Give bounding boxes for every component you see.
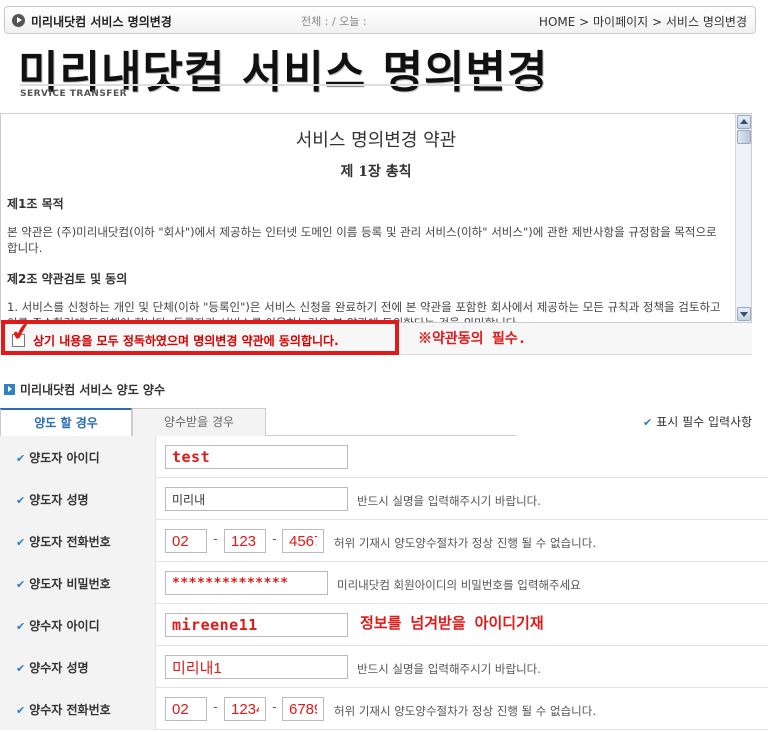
from-pw-label: 양도자 비밀번호 (29, 577, 111, 591)
required-legend-text: 표시 필수 입력사항 (656, 415, 753, 429)
form-row-to-id: ✔양수자 아이디 정보를 넘겨받을 아이디기재 (0, 604, 768, 646)
from-name-help: 반드시 실명을 입력해주시기 바랍니다. (357, 494, 541, 508)
field-label: ✔ 양수자 전화번호 (16, 701, 111, 718)
arrow-down-icon (740, 312, 748, 317)
form-row-to-name: ✔양수자 성명 반드시 실명을 입력해주시기 바랍니다. (0, 646, 768, 688)
form-row-to-phone: ✔양수자 전화번호 - - 허위 기재시 양도양수절차가 정상 진행 될 수 없… (0, 688, 768, 730)
terms-chapter: 제 1장 총칙 (340, 164, 412, 180)
from-name-label: 양도자 성명 (29, 493, 89, 507)
to-id-annotation: 정보를 넘겨받을 아이디기재 (360, 614, 544, 632)
phone-dash: - (272, 532, 277, 547)
check-icon: ✔ (16, 578, 26, 591)
to-name-input[interactable] (165, 655, 348, 679)
visitor-count: 전체 : / 오늘 : (301, 15, 367, 28)
field-label: ✔ 양도자 전화번호 (16, 533, 111, 550)
scroll-down-button[interactable] (737, 307, 751, 321)
field-label-cell: ✔ 양도자 비밀번호 (0, 562, 156, 604)
from-pw-help: 미리내닷컴 회원아이디의 비밀번호를 입력해주세요 (337, 578, 581, 592)
from-id-label: 양도자 아이디 (29, 451, 100, 465)
to-name-label: 양수자 성명 (29, 661, 89, 675)
from-phone-area-input[interactable] (165, 529, 207, 553)
top-bar: 미리내닷컴 서비스 명의변경 전체 : / 오늘 : HOME > 마이페이지 … (4, 6, 756, 34)
phone-dash: - (272, 700, 277, 715)
scroll-up-button[interactable] (737, 115, 751, 129)
play-bullet-icon (12, 14, 25, 27)
from-phone-mid-input[interactable] (224, 529, 266, 553)
terms-box[interactable]: 서비스 명의변경 약관 제 1장 총칙 제1조 목적 본 약관은 (주)미리내닷… (0, 113, 752, 323)
form-row-from-name: ✔양도자 성명 반드시 실명을 입력해주시기 바랍니다. (0, 478, 768, 520)
check-icon: ✔ (16, 452, 26, 465)
from-phone-last-input[interactable] (282, 529, 324, 553)
to-phone-last-input[interactable] (282, 697, 324, 721)
blue-bullet-icon (4, 384, 15, 395)
to-id-label: 양수자 아이디 (29, 619, 100, 633)
to-phone-area-input[interactable] (165, 697, 207, 721)
check-icon: ✔ (16, 620, 26, 633)
title-divider (20, 84, 540, 86)
check-icon: ✔ (16, 494, 26, 507)
form-row-from-id: ✔ 양도자 아이디 (0, 436, 768, 478)
field-label: ✔ 양도자 비밀번호 (16, 575, 111, 592)
red-checkmark-icon: ✔ (8, 316, 34, 348)
from-password-input[interactable] (165, 571, 328, 595)
check-icon: ✔ (16, 662, 26, 675)
required-note: ※약관동의 필수. (418, 331, 527, 347)
field-label-cell: ✔ 양도자 아이디 (0, 436, 156, 478)
check-icon: ✔ (16, 536, 26, 549)
to-phone-help: 허위 기재시 양도양수절차가 정상 진행 될 수 없습니다. (334, 704, 597, 718)
from-name-input[interactable] (165, 487, 348, 511)
field-label: ✔ 양도자 아이디 (16, 449, 100, 466)
field-label-cell: ✔ 양도자 전화번호 (0, 520, 156, 562)
field-label-cell: ✔ 양수자 성명 (0, 646, 156, 688)
breadcrumb[interactable]: HOME > 마이페이지 > 서비스 명의변경 (539, 13, 747, 30)
section-heading: 미리내닷컴 서비스 양도 양수 (4, 381, 165, 398)
agree-label[interactable]: 상기 내용을 모두 정독하였으며 명의변경 약관에 동의합니다. (33, 332, 339, 349)
to-phone-mid-input[interactable] (224, 697, 266, 721)
header-title: 미리내닷컴 서비스 명의변경 (31, 15, 172, 29)
article-1-body: 본 약관은 (주)미리내닷컴(이하 "회사")에서 제공하는 인터넷 도메인 이… (7, 225, 717, 255)
check-icon: ✔ (16, 704, 26, 717)
tab-transfer-from[interactable]: 양도 할 경우 (0, 408, 132, 436)
field-label-cell: ✔ 양수자 아이디 (0, 604, 156, 646)
check-icon: ✔ (643, 416, 653, 429)
article-1-title: 제1조 목적 (7, 197, 64, 211)
from-phone-label: 양도자 전화번호 (29, 535, 111, 549)
page-subtitle: SERVICE TRANSFER (20, 89, 128, 99)
field-label: ✔ 양수자 아이디 (16, 617, 100, 634)
arrow-up-icon (740, 119, 748, 124)
field-label-cell: ✔ 양도자 성명 (0, 478, 156, 520)
form-row-from-password: ✔양도자 비밀번호 미리내닷컴 회원아이디의 비밀번호를 입력해주세요 (0, 562, 768, 604)
phone-dash: - (213, 700, 218, 715)
field-label-cell: ✔ 양수자 전화번호 (0, 688, 156, 730)
agreement-highlight: ✔ 상기 내용을 모두 정독하였으며 명의변경 약관에 동의합니다. (1, 316, 399, 355)
section-heading-text: 미리내닷컴 서비스 양도 양수 (20, 383, 166, 397)
terms-scrollbar[interactable] (735, 114, 751, 322)
scroll-thumb[interactable] (737, 130, 751, 144)
tab-transfer-to[interactable]: 양수받을 경우 (132, 408, 266, 436)
to-name-help: 반드시 실명을 입력해주시기 바랍니다. (357, 662, 541, 676)
from-phone-help: 허위 기재시 양도양수절차가 정상 진행 될 수 없습니다. (334, 536, 597, 550)
phone-dash: - (213, 532, 218, 547)
field-label: ✔ 양수자 성명 (16, 659, 89, 676)
required-legend: ✔ 표시 필수 입력사항 (643, 413, 752, 430)
article-2-title: 제2조 약관검토 및 동의 (7, 272, 128, 286)
terms-title: 서비스 명의변경 약관 (295, 130, 457, 151)
transfer-form: ✔양도자 아이디 ✔양도자 성명 반드시 실명을 입력해주시기 바랍니다. ✔양… (0, 436, 768, 730)
form-row-from-phone: ✔양도자 전화번호 - - 허위 기재시 양도양수절차가 정상 진행 될 수 없… (0, 520, 768, 562)
to-phone-label: 양수자 전화번호 (29, 703, 111, 717)
to-id-input[interactable] (165, 613, 348, 637)
from-id-input[interactable] (165, 445, 348, 469)
field-label: ✔ 양도자 성명 (16, 491, 89, 508)
